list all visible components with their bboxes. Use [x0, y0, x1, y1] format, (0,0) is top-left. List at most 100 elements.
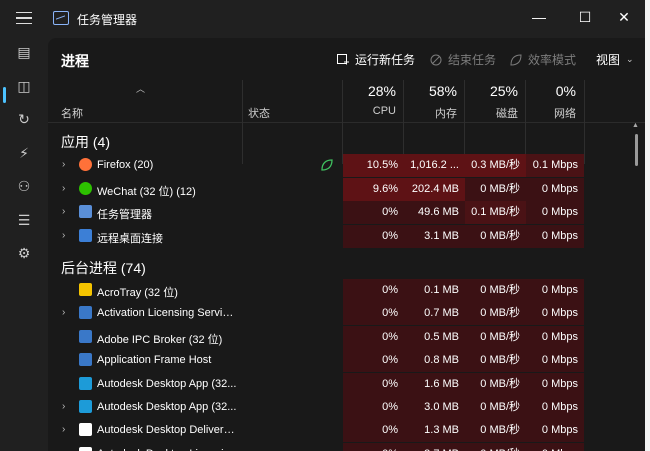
status-column-header[interactable]: 状态	[248, 80, 338, 122]
process-row[interactable]: AcroTray (32 位) 0% 0.1 MB 0 MB/秒 0 Mbps	[48, 279, 638, 302]
process-row[interactable]: › Activation Licensing Service... 0% 0.7 MB…	[48, 302, 638, 326]
disk-cell: 0 MB/秒	[465, 279, 526, 302]
process-row[interactable]: Adobe IPC Broker (32 位) 0% 0.5 MB 0 MB/秒 0 M…	[48, 325, 638, 349]
run-new-task-button[interactable]: 运行新任务	[337, 51, 415, 68]
memory-header-label: 内存	[435, 108, 457, 120]
disk-cell: 0 MB/秒	[465, 224, 526, 248]
process-row[interactable]: › 任务管理器 0% 49.6 MB 0.1 MB/秒 0 Mbps	[48, 201, 638, 224]
mem-cell: 49.6 MB	[404, 201, 465, 224]
disk-cell: 0.1 MB/秒	[465, 201, 526, 224]
app-history-icon[interactable]: ↻	[10, 105, 38, 133]
run-task-icon	[337, 53, 349, 66]
cpu-cell: 0%	[343, 201, 404, 224]
status-header-label: 状态	[248, 108, 270, 120]
processes-icon[interactable]: ▤	[10, 38, 38, 66]
minimize-button[interactable]: —	[524, 5, 554, 29]
expand-chevron-icon[interactable]: ›	[62, 401, 65, 412]
expand-chevron-icon[interactable]: ›	[62, 159, 65, 170]
disk-cell: 0 MB/秒	[465, 177, 526, 201]
net-cell: 0 Mbps	[526, 224, 584, 248]
process-row[interactable]: › WeChat (32 位) (12) 9.6% 202.4 MB 0 MB/秒 0 M…	[48, 177, 638, 201]
sidebar: ▤ ◫ ↻ ⚡ ⚇ ☰ ⚙	[0, 38, 48, 451]
process-row[interactable]: › Firefox (20) 10.5% 1,016.2 ... 0.3 MB/秒 0.1…	[48, 154, 638, 177]
cpu-header-label: CPU	[372, 105, 396, 117]
disk-cell: 0 MB/秒	[465, 419, 526, 443]
cpu-cell: 0%	[343, 442, 404, 451]
disk-column-header[interactable]: 25% 磁盘	[465, 80, 526, 122]
network-column-header[interactable]: 0% 网络	[526, 80, 584, 122]
process-row[interactable]: › Autodesk Desktop Delivery... 0% 1.3 MB 0 M…	[48, 419, 638, 443]
cpu-cell: 9.6%	[343, 177, 404, 201]
net-cell: 0 Mbps	[526, 396, 584, 419]
mem-cell: 1.3 MB	[404, 419, 465, 443]
process-row[interactable]: › 远程桌面连接 0% 3.1 MB 0 MB/秒 0 Mbps	[48, 224, 638, 248]
name-column-header[interactable]: 名称	[61, 80, 241, 122]
efficiency-mode-button[interactable]: 效率模式	[510, 51, 576, 68]
activation-icon	[79, 306, 92, 320]
cpu-cell: 0%	[343, 224, 404, 248]
users-icon[interactable]: ⚇	[10, 172, 38, 200]
network-total: 0%	[555, 83, 576, 99]
background-group-heading: 后台进程 (74)	[61, 260, 146, 276]
expand-chevron-icon[interactable]: ›	[62, 230, 65, 241]
expand-chevron-icon[interactable]: ›	[62, 424, 65, 435]
mem-cell: 3.7 MB	[404, 442, 465, 451]
expand-chevron-icon[interactable]: ›	[62, 183, 65, 194]
active-indicator	[3, 87, 6, 103]
details-icon[interactable]: ☰	[10, 206, 38, 234]
mem-cell: 0.8 MB	[404, 349, 465, 373]
toolbar: 进程 运行新任务 结束任务 效率模式 视图 ⌄	[48, 38, 645, 80]
scroll-up-arrow-icon[interactable]: ▲	[632, 122, 639, 129]
process-name: Activation Licensing Service...	[97, 307, 237, 320]
cpu-column-header[interactable]: 28% CPU	[343, 80, 404, 122]
process-row[interactable]: Application Frame Host 0% 0.8 MB 0 MB/秒 0 Mb…	[48, 349, 638, 373]
net-cell: 0 Mbps	[526, 302, 584, 326]
disk-total: 25%	[489, 83, 518, 99]
end-task-icon	[430, 54, 442, 66]
autodesk-icon	[79, 376, 92, 390]
maximize-button[interactable]: ☐	[570, 5, 600, 29]
memory-total: 58%	[428, 83, 457, 99]
remote-desktop-icon	[79, 228, 92, 242]
disk-cell: 0 MB/秒	[465, 442, 526, 451]
cpu-cell: 0%	[343, 419, 404, 443]
startup-apps-icon[interactable]: ⚡	[10, 139, 38, 167]
mem-cell: 202.4 MB	[404, 177, 465, 201]
network-header-label: 网络	[554, 108, 576, 120]
mem-cell: 0.1 MB	[404, 279, 465, 302]
cpu-cell: 10.5%	[343, 154, 404, 177]
end-task-button[interactable]: 结束任务	[430, 51, 496, 68]
column-divider	[242, 80, 243, 164]
disk-cell: 0 MB/秒	[465, 349, 526, 373]
disk-cell: 0 MB/秒	[465, 302, 526, 326]
view-dropdown[interactable]: 视图 ⌄	[596, 51, 634, 68]
mem-cell: 0.5 MB	[404, 325, 465, 349]
performance-icon[interactable]: ◫	[10, 72, 38, 100]
firefox-icon	[79, 158, 92, 171]
title-bar: 任务管理器 — ☐ ✕	[0, 0, 645, 38]
task-manager-icon	[79, 205, 92, 218]
run-new-task-label: 运行新任务	[355, 53, 416, 67]
process-name: Firefox (20)	[97, 159, 154, 171]
expand-chevron-icon[interactable]: ›	[62, 206, 65, 217]
menu-icon[interactable]	[16, 12, 32, 26]
efficiency-mode-label: 效率模式	[528, 53, 577, 67]
cpu-cell: 0%	[343, 349, 404, 373]
process-row[interactable]: ›Autodesk Desktop Licensin...0%3.7 MB0 M…	[48, 442, 638, 451]
autodesk-delivery-icon	[79, 423, 92, 437]
mem-cell: 3.1 MB	[404, 224, 465, 248]
column-divider	[584, 80, 585, 164]
services-icon[interactable]: ⚙	[10, 239, 38, 267]
close-button[interactable]: ✕	[609, 5, 639, 29]
adobe-ipc-icon	[79, 329, 92, 343]
process-row[interactable]: › Autodesk Desktop App (32... 0% 3.0 MB 0 MB…	[48, 396, 638, 419]
cpu-cell: 0%	[343, 372, 404, 396]
wechat-icon	[79, 181, 92, 195]
process-row[interactable]: Autodesk Desktop App (32... 0% 1.6 MB 0 MB/…	[48, 372, 638, 396]
disk-header-label: 磁盘	[496, 108, 518, 120]
expand-chevron-icon[interactable]: ›	[62, 307, 65, 318]
disk-cell: 0 MB/秒	[465, 325, 526, 349]
net-cell: 0 Mbps	[526, 349, 584, 373]
process-name: Autodesk Desktop Delivery...	[97, 424, 237, 437]
memory-column-header[interactable]: 58% 内存	[404, 80, 465, 122]
